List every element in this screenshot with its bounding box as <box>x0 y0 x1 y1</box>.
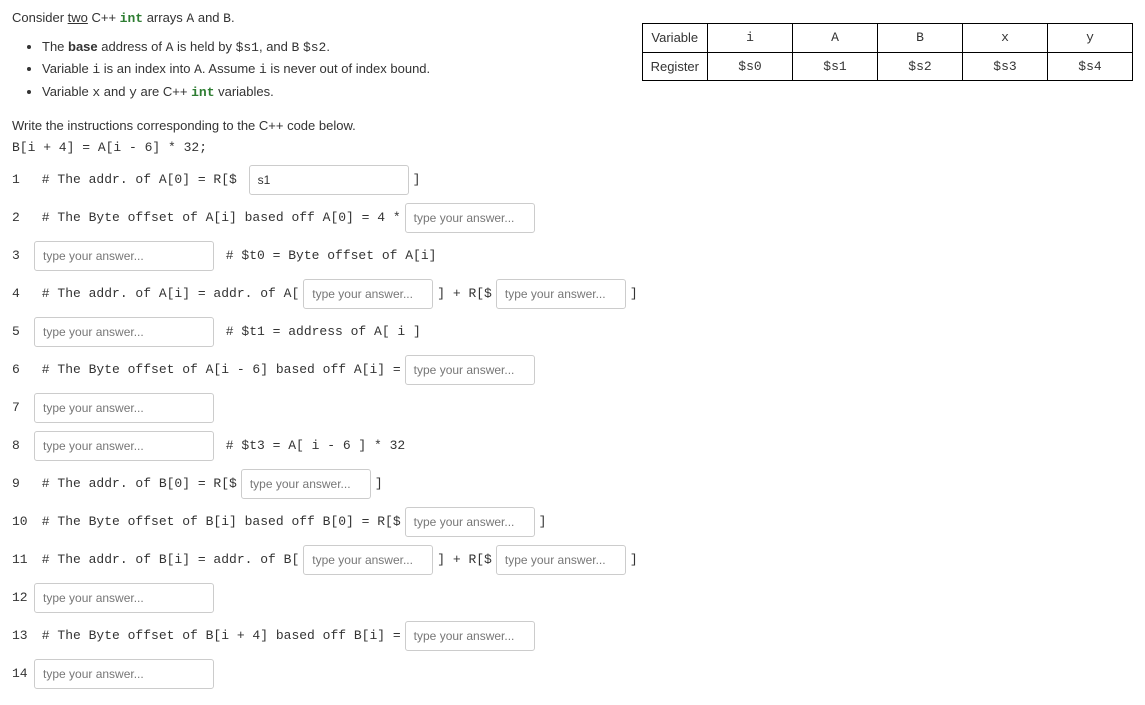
comment-text: # The addr. of A[0] = R[$ <box>34 170 245 190</box>
text: and <box>194 10 223 25</box>
text: C++ <box>88 10 120 25</box>
line-number: 8 <box>12 436 30 456</box>
code-expression: B[i + 4] = A[i - 6] * 32; <box>12 138 1133 158</box>
answer-input[interactable]: type your answer... <box>405 507 535 537</box>
table-cell: $s1 <box>793 52 878 81</box>
line-number: 4 <box>12 284 30 304</box>
table-cell: A <box>793 24 878 53</box>
keyword-int: int <box>191 85 214 100</box>
text: Consider <box>12 10 68 25</box>
answer-input[interactable]: type your answer... <box>405 355 535 385</box>
comment-text: ] <box>413 170 421 190</box>
comment-text: ] <box>630 284 638 304</box>
answer-input[interactable]: s1 <box>249 165 409 195</box>
bullet-item: Variable x and y are C++ int variables. <box>42 82 712 103</box>
text: . <box>231 10 235 25</box>
keyword-int: int <box>120 11 143 26</box>
bullet-item: The base address of A is held by $s1, an… <box>42 37 712 58</box>
table-header-register: Register <box>642 52 707 81</box>
line-number: 10 <box>12 512 30 532</box>
code-line-2: 2 # The Byte offset of A[i] based off A[… <box>12 203 1133 233</box>
answer-input[interactable]: type your answer... <box>241 469 371 499</box>
comment-text: # $t3 = A[ i - 6 ] * 32 <box>218 436 405 456</box>
line-number: 9 <box>12 474 30 494</box>
line-number: 12 <box>12 588 30 608</box>
question-text: Write the instructions corresponding to … <box>12 116 1133 136</box>
comment-text: # The Byte offset of A[i - 6] based off … <box>34 360 401 380</box>
code-line-3: 3 type your answer... # $t0 = Byte offse… <box>12 241 1133 271</box>
code-line-1: 1 # The addr. of A[0] = R[$ s1 ] <box>12 165 1133 195</box>
answer-input[interactable]: type your answer... <box>303 545 433 575</box>
bullet-item: Variable i is an index into A. Assume i … <box>42 59 712 80</box>
code-line-12: 12 type your answer... <box>12 583 1133 613</box>
answer-input[interactable]: type your answer... <box>34 431 214 461</box>
line-number: 6 <box>12 360 30 380</box>
comment-text: ] + R[$ <box>437 550 492 570</box>
comment-text: # The addr. of B[0] = R[$ <box>34 474 237 494</box>
table-cell: $s0 <box>708 52 793 81</box>
code-line-6: 6 # The Byte offset of A[i - 6] based of… <box>12 355 1133 385</box>
line-number: 3 <box>12 246 30 266</box>
answer-input[interactable]: type your answer... <box>34 393 214 423</box>
line-number: 5 <box>12 322 30 342</box>
code-line-10: 10 # The Byte offset of B[i] based off B… <box>12 507 1133 537</box>
comment-text: ] <box>630 550 638 570</box>
comment-text: # The Byte offset of B[i + 4] based off … <box>34 626 401 646</box>
comment-text: # The addr. of A[i] = addr. of A[ <box>34 284 299 304</box>
code-line-9: 9 # The addr. of B[0] = R[$ type your an… <box>12 469 1133 499</box>
code-line-4: 4 # The addr. of A[i] = addr. of A[ type… <box>12 279 1133 309</box>
code-line-5: 5 type your answer... # $t1 = address of… <box>12 317 1133 347</box>
comment-text: # The Byte offset of B[i] based off B[0]… <box>34 512 401 532</box>
answer-input[interactable]: type your answer... <box>405 621 535 651</box>
comment-text: ] <box>375 474 383 494</box>
table-header-variable: Variable <box>642 24 707 53</box>
answer-input[interactable]: type your answer... <box>34 583 214 613</box>
answer-input[interactable]: type your answer... <box>496 279 626 309</box>
answer-input[interactable]: type your answer... <box>34 317 214 347</box>
comment-text: ] <box>539 512 547 532</box>
line-number: 1 <box>12 170 30 190</box>
answer-input[interactable]: type your answer... <box>405 203 535 233</box>
table-cell: y <box>1048 24 1133 53</box>
code-line-7: 7 type your answer... <box>12 393 1133 423</box>
intro-text: Consider two C++ int arrays A and B. The… <box>12 8 712 102</box>
code-line-13: 13 # The Byte offset of B[i + 4] based o… <box>12 621 1133 651</box>
line-number: 7 <box>12 398 30 418</box>
line-number: 2 <box>12 208 30 228</box>
comment-text: # The Byte offset of A[i] based off A[0]… <box>34 208 401 228</box>
table-cell: $s3 <box>963 52 1048 81</box>
code-line-14: 14 type your answer... <box>12 659 1133 689</box>
comment-text: # $t1 = address of A[ i ] <box>218 322 421 342</box>
text: two <box>68 10 88 25</box>
table-cell: x <box>963 24 1048 53</box>
comment-text: # The addr. of B[i] = addr. of B[ <box>34 550 299 570</box>
table-cell: $s2 <box>878 52 963 81</box>
line-number: 14 <box>12 664 30 684</box>
comment-text: # $t0 = Byte offset of A[i] <box>218 246 436 266</box>
register-table: Variable i A B x y Register $s0 $s1 $s2 … <box>642 23 1133 81</box>
code-line-8: 8 type your answer... # $t3 = A[ i - 6 ]… <box>12 431 1133 461</box>
code-line-11: 11 # The addr. of B[i] = addr. of B[ typ… <box>12 545 1133 575</box>
table-cell: $s4 <box>1048 52 1133 81</box>
line-number: 11 <box>12 550 30 570</box>
table-cell: B <box>878 24 963 53</box>
line-number: 13 <box>12 626 30 646</box>
text: B <box>223 11 231 26</box>
answer-input[interactable]: type your answer... <box>34 241 214 271</box>
answer-input[interactable]: type your answer... <box>303 279 433 309</box>
comment-text: ] + R[$ <box>437 284 492 304</box>
answer-input[interactable]: type your answer... <box>496 545 626 575</box>
text: arrays <box>143 10 186 25</box>
answer-input[interactable]: type your answer... <box>34 659 214 689</box>
table-cell: i <box>708 24 793 53</box>
